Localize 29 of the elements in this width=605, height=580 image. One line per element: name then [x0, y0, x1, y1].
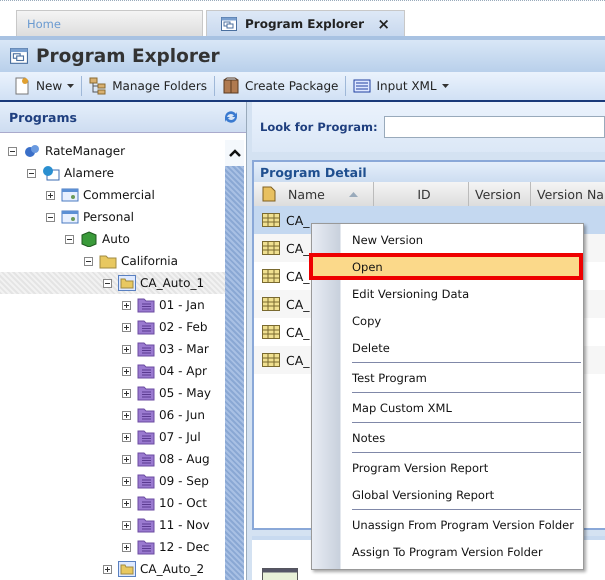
- tree-label: 05 - May: [159, 386, 212, 400]
- table-cell: CA_: [286, 324, 310, 340]
- tree-label: 07 - Jul: [159, 430, 201, 444]
- tree-label: CA_Auto_1: [140, 276, 204, 290]
- tree-label: 04 - Apr: [159, 364, 207, 378]
- table-cell: CA_: [286, 352, 310, 368]
- table-cell: CA_: [286, 240, 310, 256]
- table-cell: CA_: [286, 296, 310, 312]
- window-title: Program Explorer: [36, 46, 220, 66]
- tree-label: 08 - Aug: [159, 452, 210, 466]
- panel-title: Program Detail: [254, 162, 605, 182]
- search-label: Look for Program:: [260, 120, 378, 134]
- tree-label: 01 - Jan: [159, 298, 205, 312]
- tree-label: 06 - Jun: [159, 408, 205, 422]
- tree-label: 03 - Mar: [159, 342, 209, 356]
- tree-label: 11 - Nov: [159, 518, 210, 532]
- panel-title: Programs: [9, 110, 77, 124]
- table-cell: CA_: [286, 212, 310, 228]
- tree-label: Auto: [102, 232, 130, 246]
- tree-label: RateManager: [45, 144, 126, 158]
- tree-label: 09 - Sep: [159, 474, 209, 488]
- tree-label: 12 - Dec: [159, 540, 210, 554]
- tree-label: Commercial: [83, 188, 155, 202]
- tree-label: Personal: [83, 210, 134, 224]
- tree-label: 02 - Feb: [159, 320, 208, 334]
- tree-label: 10 - Oct: [159, 496, 207, 510]
- tree-label: CA_Auto_2: [140, 562, 204, 576]
- tree-label: Alamere: [64, 166, 114, 180]
- tree-label: California: [121, 254, 178, 268]
